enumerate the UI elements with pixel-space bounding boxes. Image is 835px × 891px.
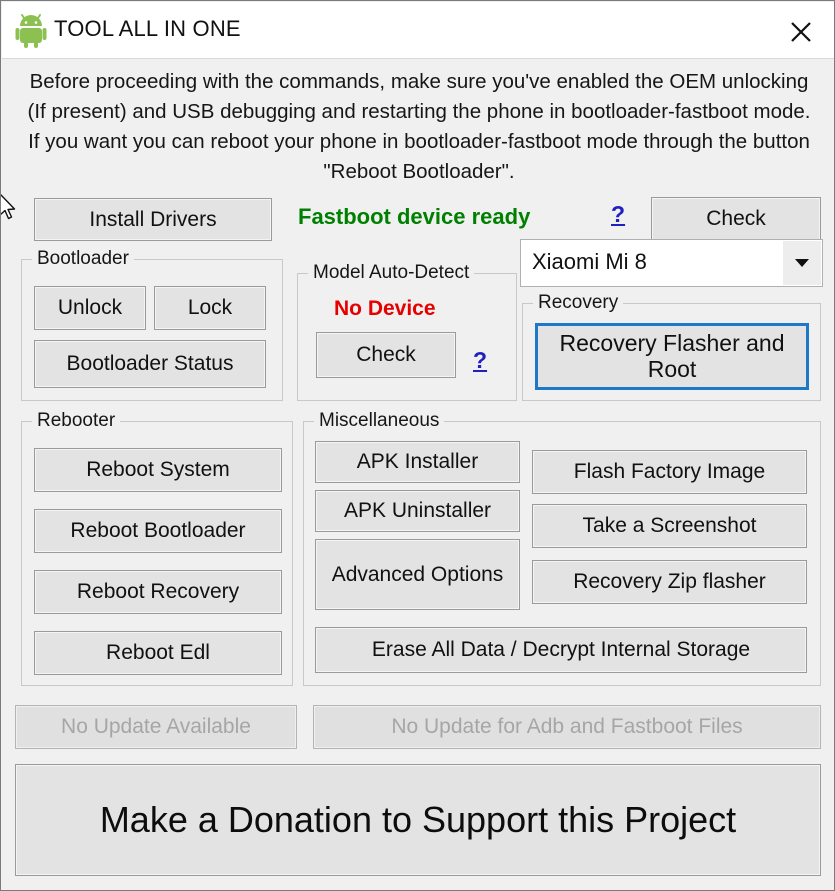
device-select[interactable]: Xiaomi Mi 8 bbox=[520, 239, 823, 287]
apk-installer-button[interactable]: APK Installer bbox=[315, 441, 520, 483]
model-detect-status: No Device bbox=[334, 297, 436, 320]
install-drivers-button[interactable]: Install Drivers bbox=[34, 198, 272, 241]
bootloader-group: Bootloader Unlock Lock Bootloader Status bbox=[21, 248, 283, 401]
fastboot-help-link[interactable]: ? bbox=[611, 201, 625, 228]
reboot-bootloader-button[interactable]: Reboot Bootloader bbox=[34, 509, 282, 553]
device-select-value: Xiaomi Mi 8 bbox=[532, 249, 647, 274]
title-bar: TOOL ALL IN ONE bbox=[2, 2, 834, 59]
mouse-cursor bbox=[1, 193, 18, 223]
model-detect-help-link[interactable]: ? bbox=[473, 347, 487, 374]
flash-factory-image-button[interactable]: Flash Factory Image bbox=[532, 450, 807, 494]
apk-uninstaller-button[interactable]: APK Uninstaller bbox=[315, 490, 520, 532]
model-check-button[interactable]: Check bbox=[316, 332, 456, 378]
recovery-group: Recovery Recovery Flasher and Root bbox=[522, 292, 821, 401]
close-icon[interactable] bbox=[781, 12, 821, 50]
miscellaneous-group-label: Miscellaneous bbox=[314, 410, 445, 432]
reboot-system-button[interactable]: Reboot System bbox=[34, 448, 282, 492]
bootloader-group-label: Bootloader bbox=[32, 248, 134, 270]
rebooter-group: Rebooter Reboot System Reboot Bootloader… bbox=[21, 410, 293, 686]
miscellaneous-group: Miscellaneous APK Installer APK Uninstal… bbox=[303, 410, 821, 686]
fastboot-status-text: Fastboot device ready bbox=[298, 204, 531, 229]
recovery-flasher-and-root-button[interactable]: Recovery Flasher and Root bbox=[535, 323, 809, 390]
erase-all-data-button[interactable]: Erase All Data / Decrypt Internal Storag… bbox=[315, 627, 807, 673]
donation-button[interactable]: Make a Donation to Support this Project bbox=[15, 764, 821, 876]
instructions-text: Before proceeding with the commands, mak… bbox=[27, 70, 811, 183]
reboot-edl-button[interactable]: Reboot Edl bbox=[34, 631, 282, 675]
unlock-button[interactable]: Unlock bbox=[34, 286, 146, 330]
android-robot-icon bbox=[15, 12, 47, 48]
take-a-screenshot-button[interactable]: Take a Screenshot bbox=[532, 504, 807, 548]
advanced-options-button[interactable]: Advanced Options bbox=[315, 539, 520, 610]
app-update-button[interactable]: No Update Available bbox=[15, 705, 297, 749]
window-title: TOOL ALL IN ONE bbox=[54, 16, 241, 41]
lock-button[interactable]: Lock bbox=[154, 286, 266, 330]
model-auto-detect-group: Model Auto-Detect Check bbox=[297, 262, 517, 401]
model-auto-detect-label: Model Auto-Detect bbox=[308, 262, 475, 284]
tool-all-in-one-window: TOOL ALL IN ONE Before proceeding with t… bbox=[0, 0, 835, 891]
chevron-down-icon[interactable] bbox=[783, 241, 821, 285]
recovery-group-label: Recovery bbox=[533, 292, 624, 314]
rebooter-group-label: Rebooter bbox=[32, 410, 121, 432]
bootloader-status-button[interactable]: Bootloader Status bbox=[34, 340, 266, 388]
adb-fastboot-files-update-button[interactable]: No Update for Adb and Fastboot Files bbox=[313, 705, 821, 749]
recovery-zip-flasher-button[interactable]: Recovery Zip flasher bbox=[532, 560, 807, 604]
reboot-recovery-button[interactable]: Reboot Recovery bbox=[34, 570, 282, 614]
check-driver-button[interactable]: Check bbox=[651, 197, 821, 241]
